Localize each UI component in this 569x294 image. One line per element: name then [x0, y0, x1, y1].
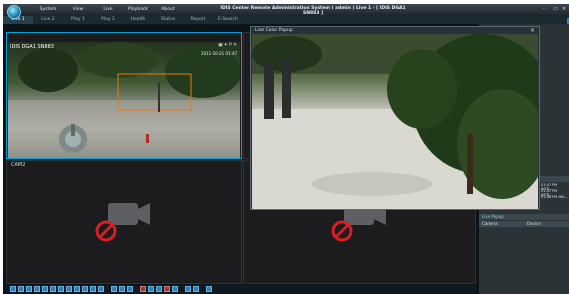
tab-play-2[interactable]: Play 2 — [93, 16, 123, 24]
layout-1p5-button[interactable] — [58, 286, 64, 292]
window-title: IDIS Center Remote Administration System… — [220, 6, 406, 16]
next-page-button[interactable] — [119, 286, 125, 292]
menu-about[interactable]: About — [153, 7, 183, 12]
maximize-button[interactable]: ▭ — [553, 6, 558, 12]
tab-health[interactable]: Health — [123, 16, 153, 24]
layout-2x2-button[interactable] — [18, 286, 24, 292]
camera-off-icon — [95, 203, 150, 242]
layout-5x5-button[interactable] — [42, 286, 48, 292]
bottom-toolbar — [6, 285, 476, 294]
popup-video — [252, 34, 538, 209]
fullscreen-button[interactable] — [98, 286, 104, 292]
layout-6x6-button[interactable] — [50, 286, 56, 292]
minimize-button[interactable]: - — [543, 6, 545, 12]
live-popup-columns: Camera Device — [479, 221, 569, 227]
idis-logo-icon — [7, 5, 21, 19]
audio-button[interactable] — [156, 286, 162, 292]
ptz-button[interactable] — [172, 286, 178, 292]
timestamp: 2011-10-21 01:47 — [200, 51, 237, 56]
camera-osd-name: IDIS DGA1 SN883 — [10, 44, 54, 50]
layout-3x3-button[interactable] — [26, 286, 32, 292]
help-button[interactable] — [206, 286, 212, 292]
tile-toolbar[interactable]: ▣ ✦ P ✕ — [218, 43, 237, 48]
video-tile-1[interactable]: IDIS DGA1 SN883 ▣ ✦ P ✕ 2011-10-21 01:47 — [6, 32, 242, 159]
menu-live[interactable]: Live — [93, 7, 123, 12]
column-device[interactable]: Device — [524, 221, 569, 227]
video-tile-3[interactable]: CAM2 — [6, 160, 242, 284]
live-popup-panel-title: Live Popup — [479, 214, 569, 220]
popup-close-button[interactable]: × — [530, 27, 535, 34]
tab-e-search[interactable]: E-Search — [213, 16, 243, 24]
column-camera[interactable]: Camera — [479, 221, 524, 227]
alarm-out-button[interactable] — [164, 286, 170, 292]
sequence-button[interactable] — [90, 286, 96, 292]
close-button[interactable]: × — [562, 6, 566, 12]
layout-custom-button[interactable] — [82, 286, 88, 292]
app-window: System View Live Playback About IDIS Cen… — [3, 4, 569, 294]
event-item[interactable]: 01:46 PM INS... — [541, 195, 568, 199]
live-video-cam1: IDIS DGA1 SN883 ▣ ✦ P ✕ 2011-10-21 01:47 — [8, 42, 240, 158]
tab-live-2[interactable]: Live 2 — [33, 16, 63, 24]
prev-page-button[interactable] — [111, 286, 117, 292]
live-color-popup[interactable]: Live Color Popup × — [250, 26, 540, 210]
info-button[interactable] — [185, 286, 191, 292]
tab-status[interactable]: Status — [153, 16, 183, 24]
menu-playback[interactable]: Playback — [123, 7, 153, 12]
tree-scene — [252, 34, 538, 209]
title-bar: System View Live Playback About IDIS Cen… — [3, 4, 569, 19]
menu-bar: System View Live Playback About — [33, 7, 183, 12]
record-button[interactable] — [140, 286, 146, 292]
settings-button[interactable] — [193, 286, 199, 292]
layout-4x4-button[interactable] — [34, 286, 40, 292]
layout-1x1-button[interactable] — [10, 286, 16, 292]
tab-bar: Live 1 Live 2 Play 1 Play 2 Health Statu… — [3, 16, 569, 24]
menu-view[interactable]: View — [63, 7, 93, 12]
tab-play-1[interactable]: Play 1 — [63, 16, 93, 24]
plaza-scene — [8, 42, 240, 158]
snapshot-button[interactable] — [148, 286, 154, 292]
camera-label: CAM2 — [11, 162, 26, 168]
pause-button[interactable] — [127, 286, 133, 292]
menu-system[interactable]: System — [33, 7, 63, 12]
tab-report[interactable]: Report — [183, 16, 213, 24]
layout-1p7-button[interactable] — [66, 286, 72, 292]
popup-title: Live Color Popup — [255, 28, 293, 33]
layout-1p12-button[interactable] — [74, 286, 80, 292]
